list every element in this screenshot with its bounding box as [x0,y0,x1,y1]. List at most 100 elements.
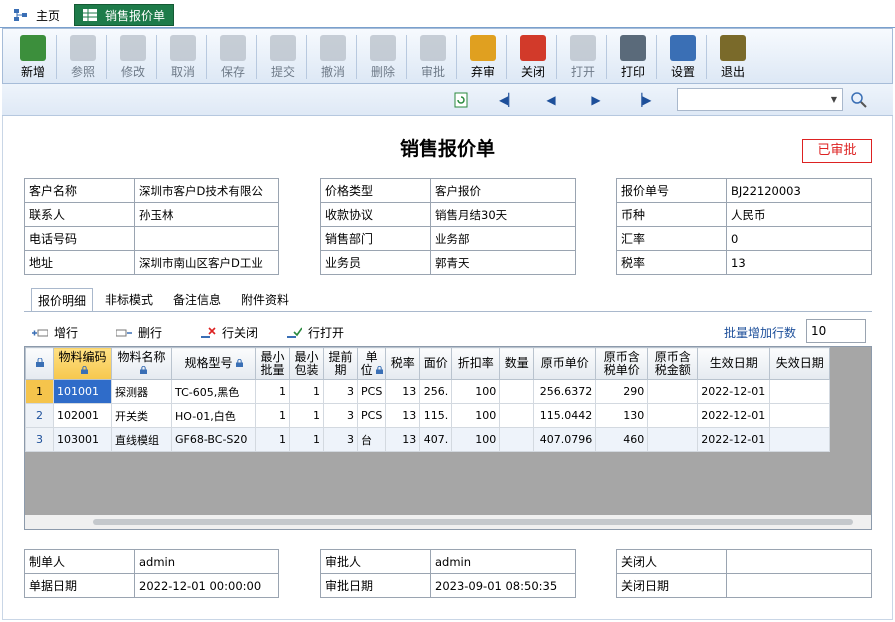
grid-cell[interactable]: 100 [451,403,501,428]
form-value[interactable]: 2022-12-01 00:00:00 [134,573,279,598]
toolbar-button-settings[interactable]: 设置 [659,32,707,82]
detail-tab[interactable]: 备注信息 [167,288,227,312]
detail-tab[interactable]: 附件资料 [235,288,295,312]
grid-cell[interactable]: 13 [385,403,421,428]
grid-cell[interactable] [769,403,831,428]
toolbar-button-approve[interactable]: 审批 [409,32,457,82]
grid-cell[interactable]: 1 [255,403,290,428]
toolbar-button-exit[interactable]: 退出 [709,32,757,82]
form-value[interactable]: BJ22120003 [726,178,872,203]
grid-cell[interactable] [647,427,699,452]
grid-cell[interactable]: 407.0796 [533,427,597,452]
grid-cell[interactable]: GF68-BC-S20 [171,427,256,452]
grid-cell[interactable]: PCS [356,379,387,404]
column-lock-icon[interactable] [80,363,88,377]
grid-cell[interactable]: 1 [255,379,290,404]
grid-cell[interactable] [769,427,831,452]
add-row-button[interactable]: 增行 [32,324,78,341]
grid-cell[interactable]: TC-605,黑色 [171,379,256,404]
grid-cell[interactable]: 290 [595,379,649,404]
grid-cell[interactable]: 2022-12-01 [697,403,771,428]
toolbar-button-save[interactable]: 保存 [209,32,257,82]
grid-cell[interactable]: 1 [255,427,290,452]
form-value[interactable]: 0 [726,226,872,251]
toolbar-button-close-doc[interactable]: 关闭 [509,32,557,82]
table-row[interactable]: 3 103001 直线模组 GF68-BC-S20 1 1 3 台 13 407. 100 407.0… [25,427,831,452]
grid-cell[interactable]: 3 [323,403,358,428]
grid-cell[interactable]: 1 [289,379,324,404]
form-value[interactable]: 客户报价 [430,178,576,203]
form-value[interactable]: admin [430,549,576,574]
close-row-button[interactable]: 行关闭 [200,324,258,341]
toolbar-button-reference[interactable]: 参照 [59,32,107,82]
grid-cell[interactable]: 2022-12-01 [697,379,771,404]
refresh-icon[interactable] [453,92,469,108]
form-value[interactable]: 人民币 [726,202,872,227]
batch-add-input[interactable]: 10 [806,319,866,343]
grid-cell[interactable]: 256.6372 [533,379,597,404]
form-value[interactable]: 郭青天 [430,250,576,275]
form-value[interactable]: 深圳市客户D技术有限公 [134,178,279,203]
grid-column-header[interactable]: 最小批量 [255,347,290,380]
column-lock-icon[interactable] [235,356,243,370]
grid-column-header[interactable]: 物料名称 [111,347,172,380]
detail-tab[interactable]: 报价明细 [31,288,94,312]
chevron-down-icon[interactable]: ▼ [826,89,842,110]
grid-cell[interactable]: 13 [385,427,421,452]
grid-cell[interactable]: 103001 [53,427,112,452]
table-row[interactable]: 1 101001 探测器 TC-605,黑色 1 1 3 PCS 13 256. 100 256.63… [25,379,831,404]
column-lock-icon[interactable] [375,363,383,377]
toolbar-button-delete[interactable]: 删除 [359,32,407,82]
tab-sales-quotation[interactable]: 销售报价单 [74,4,174,26]
grid-cell[interactable] [499,427,535,452]
toolbar-button-undo[interactable]: 取消 [159,32,207,82]
grid-column-header[interactable]: 原币含税金额 [647,347,699,380]
last-record-icon[interactable]: ▕▶ [633,92,651,108]
grid-column-header[interactable]: 折扣率 [451,347,501,380]
find-icon[interactable] [850,91,868,109]
grid-cell[interactable]: 130 [595,403,649,428]
grid-cell[interactable]: PCS [356,403,387,428]
grid-column-header[interactable]: 物料编码 [53,347,112,380]
grid-column-header[interactable]: 原币单价 [533,347,597,380]
scrollbar-thumb[interactable] [93,519,853,525]
grid-column-header[interactable]: 生效日期 [697,347,771,380]
delete-row-button[interactable]: 删行 [115,324,162,341]
grid-cell[interactable]: 2022-12-01 [697,427,771,452]
grid-column-header[interactable]: 失效日期 [769,347,831,380]
grid-cell[interactable]: 460 [595,427,649,452]
grid-cell[interactable]: 1 [289,403,324,428]
grid-cell[interactable]: 115. [419,403,453,428]
lock-icon[interactable] [25,347,54,380]
form-value[interactable] [134,226,279,251]
grid-column-header[interactable]: 税率 [385,347,421,380]
toolbar-button-printer[interactable]: 打印 [609,32,657,82]
toolbar-button-edit[interactable]: 修改 [109,32,157,82]
grid-column-header[interactable]: 规格型号 [171,347,256,380]
grid-cell[interactable] [647,403,699,428]
grid-cell[interactable]: 100 [451,379,501,404]
tab-home[interactable]: 主页 [6,4,68,26]
grid-cell[interactable]: 1 [289,427,324,452]
grid-cell[interactable]: 102001 [53,403,112,428]
grid-column-header[interactable]: 提前期 [323,347,358,380]
grid-cell[interactable]: 101001 [53,379,112,404]
record-search-combo[interactable]: ▼ [677,88,843,111]
form-value[interactable]: 2023-09-01 08:50:35 [430,573,576,598]
toolbar-button-revoke[interactable]: 撤消 [309,32,357,82]
grid-cell[interactable]: 探测器 [111,379,172,404]
detail-tab[interactable]: 非标模式 [99,288,159,312]
grid-cell[interactable] [499,379,535,404]
horizontal-scrollbar[interactable] [25,515,871,529]
toolbar-button-unapprove[interactable]: 弃审 [459,32,507,82]
open-row-button[interactable]: 行打开 [286,324,344,341]
grid-cell[interactable]: 100 [451,427,501,452]
form-value[interactable]: 孙玉林 [134,202,279,227]
toolbar-button-submit[interactable]: 提交 [259,32,307,82]
grid-cell[interactable]: 407. [419,427,453,452]
form-value[interactable]: 业务部 [430,226,576,251]
first-record-icon[interactable]: ◀▏ [499,92,517,108]
grid-cell[interactable]: 3 [323,379,358,404]
form-value[interactable]: 销售月结30天 [430,202,576,227]
form-value[interactable] [726,549,872,574]
